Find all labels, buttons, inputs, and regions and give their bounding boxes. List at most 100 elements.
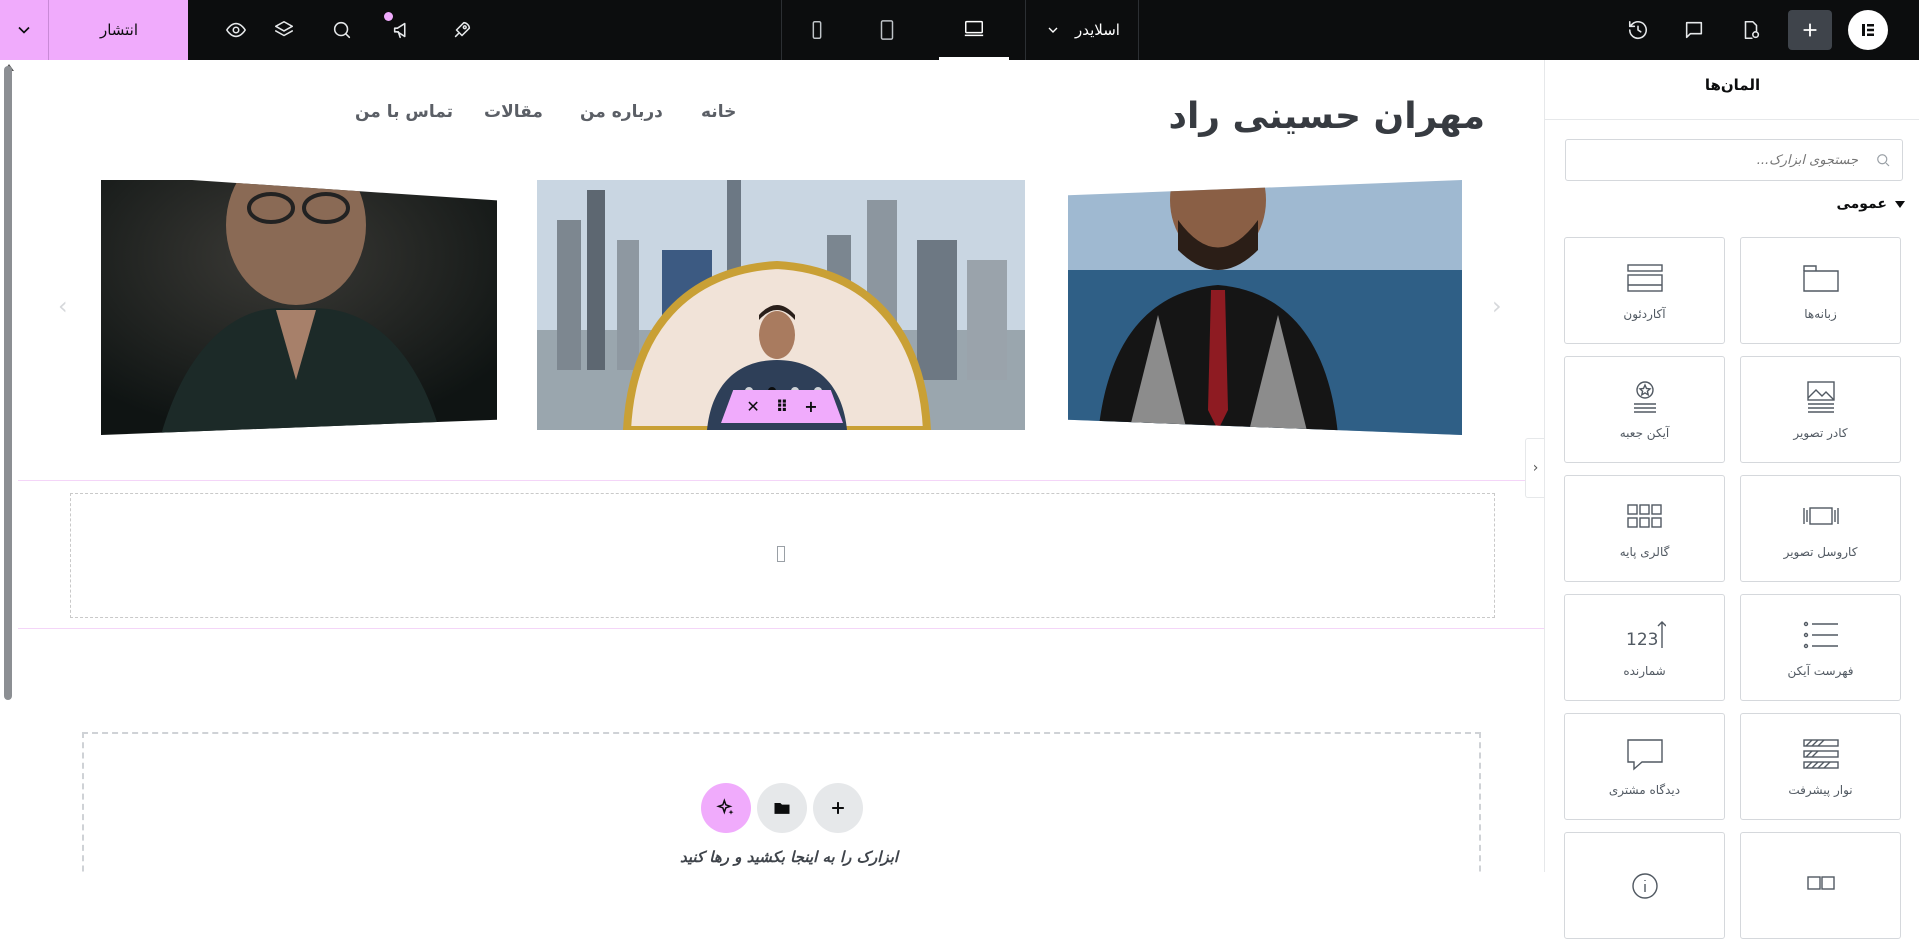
testimonial-icon — [1626, 738, 1663, 771]
nav-link-articles[interactable]: مقالات — [484, 102, 543, 122]
accordion-icon — [1626, 263, 1663, 292]
widget-label: شمارنده — [1623, 663, 1666, 678]
top-bar: انتشار اسلایدر — [0, 0, 1919, 60]
desktop-icon — [964, 20, 984, 36]
progress-bar-icon — [1802, 738, 1839, 769]
desktop-view-button[interactable] — [939, 0, 1009, 60]
publish-options-button[interactable] — [0, 0, 49, 60]
plus-icon — [832, 802, 844, 814]
widget-search — [1565, 139, 1903, 181]
notifications-button[interactable] — [378, 0, 426, 60]
slide-image-portrait-glasses — [101, 180, 497, 435]
widget-counter[interactable]: 123 شمارنده — [1564, 594, 1725, 701]
widget-label: فهرست آیکن — [1787, 663, 1854, 678]
image-box-icon — [1806, 380, 1835, 413]
widget-label: گالری پایه — [1619, 544, 1670, 559]
page-settings-button[interactable] — [1727, 0, 1775, 60]
drag-section-icon[interactable]: ⠿ — [776, 397, 789, 416]
ai-button[interactable] — [701, 783, 751, 833]
eye-icon — [226, 22, 246, 38]
launchpad-button[interactable] — [438, 0, 486, 60]
editor-canvas: مهران حسینی راد خانه درباره من مقالات تم… — [0, 60, 1544, 872]
info-circle-icon — [1631, 872, 1658, 899]
widget-label: کادر تصویر — [1793, 425, 1848, 440]
carousel-prev-arrow[interactable]: ‹ — [58, 292, 68, 320]
publish-button[interactable]: انتشار — [50, 0, 188, 60]
chevron-down-icon — [18, 26, 30, 34]
widget-social-icons[interactable] — [1740, 832, 1901, 939]
notification-dot — [384, 12, 393, 21]
layers-icon — [274, 20, 294, 37]
widget-label: کاروسل تصویر — [1783, 544, 1858, 559]
widget-label: دیدگاه مشتری — [1608, 782, 1681, 797]
tablet-icon — [880, 20, 894, 40]
panel-collapse-toggle[interactable]: › — [1525, 438, 1545, 498]
widget-tabs[interactable]: زبانه‌ها — [1740, 237, 1901, 344]
delete-section-icon[interactable]: ✕ — [746, 397, 759, 416]
add-section-button[interactable] — [813, 783, 863, 833]
widget-image-carousel[interactable]: کاروسل تصویر — [1740, 475, 1901, 582]
page-settings-icon — [1744, 20, 1760, 40]
panel-title: المان‌ها — [1704, 76, 1761, 94]
widget-image-box[interactable]: کادر تصویر — [1740, 356, 1901, 463]
structure-button[interactable] — [260, 0, 308, 60]
widget-label: زبانه‌ها — [1804, 306, 1837, 321]
widget-icon-list[interactable]: فهرست آیکن — [1740, 594, 1901, 701]
template-library-button[interactable] — [757, 783, 807, 833]
add-element-button[interactable] — [1788, 10, 1832, 50]
icon-box-icon — [1633, 380, 1656, 413]
history-button[interactable] — [1614, 0, 1662, 60]
add-section-icon[interactable]: + — [804, 397, 817, 416]
image-carousel-icon — [1802, 506, 1839, 525]
tabs-icon — [1802, 264, 1839, 292]
counter-icon: 123 — [1626, 620, 1666, 650]
widget-alert[interactable] — [1564, 832, 1725, 939]
svg-text:123: 123 — [1626, 630, 1658, 650]
widget-label: آیکن جعبه — [1619, 425, 1670, 440]
search-button[interactable] — [318, 0, 366, 60]
chevron-down-icon — [1048, 27, 1058, 33]
plus-icon — [1803, 23, 1817, 37]
icon-list-icon — [1803, 621, 1838, 648]
canvas-scrollbar[interactable] — [4, 66, 12, 700]
widget-testimonial[interactable]: دیدگاه مشتری — [1564, 713, 1725, 820]
widget-accordion[interactable]: آکاردئون — [1564, 237, 1725, 344]
elementor-logo[interactable] — [1848, 10, 1888, 50]
carousel-slide-left[interactable] — [101, 180, 497, 435]
search-icon — [1877, 154, 1890, 167]
slide-image-man-suit-sea — [1068, 180, 1462, 435]
drop-zone-hint: ابزارک را به اینجا بکشید و رها کنید — [680, 848, 899, 866]
carousel-slide-right[interactable] — [1068, 180, 1462, 435]
basic-gallery-icon — [1626, 503, 1662, 528]
folder-icon — [774, 803, 790, 814]
widget-label: نوار پیشرفت — [1788, 782, 1853, 797]
history-icon — [1628, 20, 1648, 39]
section-handle: ✕ ⠿ + — [721, 390, 843, 423]
publish-group: انتشار — [0, 0, 188, 60]
document-selector[interactable]: اسلایدر — [1025, 0, 1139, 60]
search-icon — [333, 21, 351, 39]
carousel-next-arrow[interactable]: › — [1492, 292, 1502, 320]
sparkles-icon — [716, 798, 734, 815]
widget-progress-bar[interactable]: نوار پیشرفت — [1740, 713, 1901, 820]
widget-search-input[interactable] — [1566, 140, 1866, 180]
mobile-view-button[interactable] — [782, 0, 852, 60]
comments-button[interactable] — [1670, 0, 1718, 60]
preview-button[interactable] — [212, 0, 260, 60]
nav-link-home[interactable]: خانه — [701, 102, 736, 122]
responsive-mode-switcher: اسلایدر — [781, 0, 1139, 60]
nav-link-about[interactable]: درباره من — [580, 102, 663, 122]
widget-icon-box[interactable]: آیکن جعبه — [1564, 356, 1725, 463]
megaphone-icon — [393, 22, 406, 39]
widget-label: آکاردئون — [1623, 306, 1666, 321]
site-title: مهران حسینی راد — [1168, 96, 1485, 137]
category-toggle-general[interactable]: عمومی — [1836, 196, 1905, 212]
widget-basic-gallery[interactable]: گالری پایه — [1564, 475, 1725, 582]
rocket-icon — [454, 21, 471, 38]
container-placeholder-icon — [777, 546, 785, 562]
nav-link-contact[interactable]: تماس با من — [355, 102, 453, 122]
mobile-icon — [812, 21, 822, 39]
social-icons-icon — [1806, 875, 1835, 890]
comment-icon — [1685, 21, 1703, 39]
tablet-view-button[interactable] — [852, 0, 922, 60]
